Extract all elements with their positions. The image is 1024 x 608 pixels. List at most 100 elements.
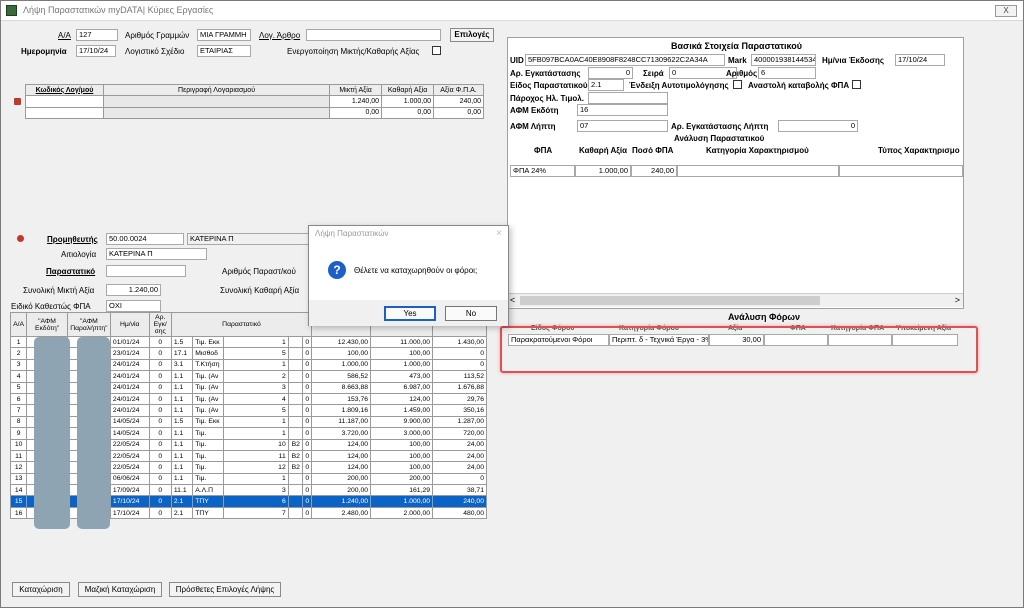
col-gross: Μικτή Αξία	[329, 83, 383, 97]
confirm-dialog: Λήψη Παραστατικών × ? Θέλετε να καταχωρη…	[308, 225, 509, 326]
mark-label: Mark	[728, 56, 747, 65]
supplier-code-field[interactable]: 50.00.0024	[106, 233, 184, 245]
mark-field[interactable]: 400001938144534	[751, 54, 816, 66]
col-issuer-vat: "ΑΦΜ Εκδότη"	[26, 312, 68, 337]
an-col-vat-amount: Ποσό ΦΠΑ	[632, 146, 674, 155]
uid-label: UID	[510, 56, 524, 65]
title-bar: Λήψη Παραστατικών myDATA| Κύριες Εργασίε…	[1, 1, 1023, 21]
col-net: Καθαρή Αξία	[381, 83, 435, 97]
vat-status-field[interactable]: ΟΧΙ	[106, 300, 161, 312]
col-recipient-vat: "ΑΦΜ Παραλήπτη"	[66, 312, 111, 337]
error-icon	[14, 98, 21, 105]
mixed-label: Ενεργοποίηση Μικτής/Καθαρής Αξίας	[287, 47, 420, 56]
an-col-type: Τύπος Χαρακτηρισμο	[878, 146, 960, 155]
issue-date-label: Ημ/νια Έκδοσης	[822, 56, 884, 65]
an-vat-cell[interactable]: ΦΠΑ 24%	[510, 165, 575, 177]
window-title: Λήψη Παραστατικών myDATA| Κύριες Εργασίε…	[23, 5, 214, 15]
supplier-label: Προμηθευτής	[47, 235, 98, 244]
an-col-net: Καθαρή Αξία	[579, 146, 627, 155]
scrollbar-thumb[interactable]	[520, 296, 820, 305]
vat-status-label: Ειδικό Καθεστώς ΦΠΑ	[11, 302, 91, 311]
supplier-name-field: ΚΑΤΕΡΙΝΑ Π	[187, 233, 312, 245]
issuer-label: ΑΦΜ Εκδότη	[510, 106, 559, 115]
doc-field[interactable]	[106, 265, 186, 277]
number-label: Αριθμός	[726, 69, 758, 78]
aa-field[interactable]: 127	[76, 29, 118, 41]
no-button[interactable]: No	[445, 306, 497, 321]
an-col-category: Κατηγορία Χαρακτηρισμού	[706, 146, 809, 155]
uid-field[interactable]: 5FB097BCA0AC40E8908F8248CC71309622C2A34A	[525, 54, 725, 66]
branch-label: Αρ. Εγκατάστασης	[510, 69, 581, 78]
line-no-field[interactable]: ΜΙΑ ΓΡΑΜΜΗ	[197, 29, 251, 41]
highlight-box	[500, 326, 978, 373]
basic-title: Βασικά Στοιχεία Παραστατικού	[671, 41, 803, 51]
vat-suspend-label: Αναστολή καταβολής ΦΠΑ	[748, 81, 850, 90]
submit-button[interactable]: Καταχώριση	[12, 582, 70, 597]
an-net-cell[interactable]: 1.000,00	[575, 165, 631, 177]
plan-field[interactable]: ΕΤΑΙΡΙΑΣ	[197, 45, 251, 57]
main-window: Λήψη Παραστατικών myDATA| Κύριες Εργασίε…	[0, 0, 1024, 608]
provider-label: Πάροχος Ηλ. Τιμολ.	[510, 94, 584, 103]
date-field[interactable]: 17/10/24	[76, 45, 116, 57]
branch-field[interactable]: 0	[588, 67, 633, 79]
recipient-branch-label: Αρ. Εγκατάστασης Λήπτη	[671, 122, 769, 131]
redacted-recipient	[591, 121, 634, 130]
close-button[interactable]: X	[995, 5, 1017, 17]
table-row[interactable]: 1.240,00 1.000,00 240,00	[25, 95, 484, 108]
provider-field[interactable]	[588, 92, 668, 104]
gross-field[interactable]: 1.240,00	[106, 284, 161, 296]
col-aa: Α/Α	[9, 312, 28, 337]
options-button[interactable]: Επιλογές	[450, 28, 494, 42]
redacted-issuer-vat	[34, 337, 70, 529]
doc-label: Παραστατικό	[46, 267, 96, 276]
date-label: Ημερομηνία	[21, 47, 67, 56]
taxes-title: Ανάλυση Φόρων	[728, 312, 801, 322]
reason-label: Αιτιολογία	[61, 250, 97, 259]
redacted-issuer	[591, 105, 634, 114]
vat-suspend-checkbox[interactable]	[852, 80, 861, 89]
col-vat: Αξία Φ.Π.Α.	[433, 83, 484, 97]
col-account-code: Κωδικός Λογ/μού	[25, 83, 104, 97]
col-account-desc: Περιγραφή Λογαριασμού	[102, 83, 331, 97]
recipient-branch-field[interactable]: 0	[778, 120, 858, 132]
warning-icon	[17, 235, 24, 242]
accounts-table: Κωδικός Λογ/μού Περιγραφή Λογαριασμού Μι…	[25, 83, 484, 120]
question-icon: ?	[328, 261, 346, 279]
type-field[interactable]: 2.1	[588, 79, 624, 91]
an-category-cell[interactable]	[677, 165, 839, 177]
scroll-right-icon[interactable]: >	[955, 295, 960, 305]
dialog-title: Λήψη Παραστατικών	[315, 229, 389, 238]
analysis-title: Ανάλυση Παραστατικού	[674, 134, 765, 143]
extra-options-button[interactable]: Πρόσθετες Επιλογές Λήψης	[169, 582, 281, 597]
scroll-left-icon[interactable]: <	[510, 295, 515, 305]
mixed-checkbox[interactable]	[432, 46, 441, 55]
doc-no-label: Αριθμός Παραστ/κού	[222, 267, 296, 276]
aa-label: Α/Α	[58, 31, 71, 40]
an-col-vat: ΦΠΑ	[534, 146, 553, 155]
log-arthro-label: Λογ. Άρθρο	[259, 31, 301, 40]
issue-date-field[interactable]: 17/10/24	[895, 54, 945, 66]
type-label: Είδος Παραστατικού	[510, 81, 588, 90]
reason-field[interactable]: ΚΑΤΕΡΙΝΑ Π	[106, 248, 207, 260]
col-date: Ημ/νία	[109, 312, 150, 337]
series-label: Σειρά	[643, 69, 664, 78]
number-field[interactable]: 6	[758, 67, 816, 79]
dialog-message: Θέλετε να καταχωρηθούν οι φόροι;	[354, 266, 478, 275]
log-arthro-field[interactable]	[306, 29, 441, 41]
an-vat-amount-cell[interactable]: 240,00	[631, 165, 677, 177]
recipient-label: ΑΦΜ Λήπτη	[510, 122, 556, 131]
net-label: Συνολική Καθαρή Αξία	[220, 286, 300, 295]
gross-label: Συνολική Μικτή Αξία	[23, 286, 95, 295]
redacted-recipient-vat	[77, 337, 110, 529]
dialog-close-icon[interactable]: ×	[496, 228, 502, 239]
an-type-cell[interactable]	[839, 165, 963, 177]
app-icon	[6, 5, 17, 16]
col-document: Παραστατικό	[170, 312, 313, 337]
table-row[interactable]: 0,00 0,00 0,00	[25, 106, 484, 120]
plan-label: Λογιστικό Σχέδιο	[125, 47, 185, 56]
horizontal-scrollbar[interactable]: < >	[508, 293, 963, 307]
selfbill-label: Ένδειξη Αυτοτιμολόγησης	[629, 81, 729, 90]
yes-button[interactable]: Yes	[384, 306, 436, 321]
bulk-submit-button[interactable]: Μαζική Καταχώριση	[78, 582, 162, 597]
selfbill-checkbox[interactable]	[733, 80, 742, 89]
